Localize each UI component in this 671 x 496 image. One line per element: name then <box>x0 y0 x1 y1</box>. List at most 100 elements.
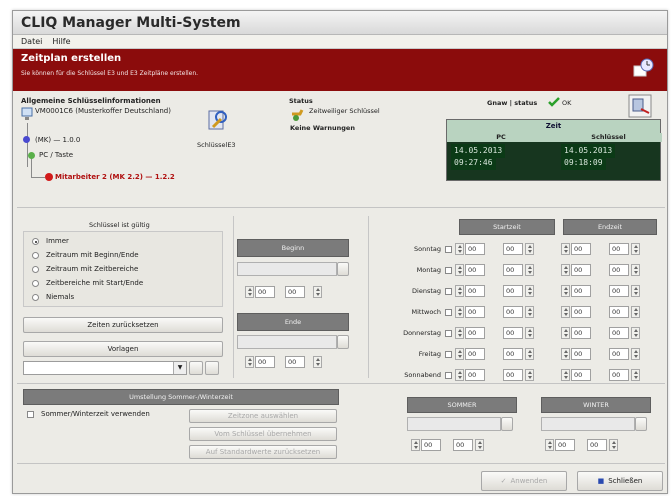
end-minute-spinner[interactable] <box>631 348 640 360</box>
end-minute-spinner[interactable] <box>631 327 640 339</box>
radio-always[interactable] <box>32 238 39 245</box>
day-checkbox[interactable] <box>445 246 452 253</box>
end-hour[interactable]: 00 <box>571 348 591 360</box>
start-minute[interactable]: 00 <box>503 369 523 381</box>
start-minute-spinner[interactable] <box>525 348 534 360</box>
radio-never[interactable] <box>32 294 39 301</box>
reset-times-button[interactable]: Zeiten zurücksetzen <box>23 317 223 333</box>
tree-pc[interactable]: PC / Taste <box>39 151 73 159</box>
start-hour-spinner[interactable] <box>455 327 464 339</box>
start-minute-spinner[interactable] <box>525 285 534 297</box>
end-hour-spinner[interactable] <box>561 243 570 255</box>
start-hour-spinner[interactable] <box>455 243 464 255</box>
day-checkbox[interactable] <box>445 309 452 316</box>
end-minute[interactable]: 00 <box>609 369 629 381</box>
start-hour-spinner[interactable] <box>455 285 464 297</box>
menu-help[interactable]: Hilfe <box>52 37 70 46</box>
end-hour[interactable]: 00 <box>571 306 591 318</box>
start-hour-spinner[interactable] <box>455 264 464 276</box>
end-minute-spinner[interactable] <box>313 356 322 368</box>
dst-checkbox[interactable] <box>27 411 34 418</box>
end-minute[interactable]: 00 <box>609 348 629 360</box>
begin-minute[interactable]: 00 <box>285 286 305 298</box>
apply-button[interactable]: ✓ Anwenden <box>481 471 567 491</box>
start-hour[interactable]: 00 <box>465 369 485 381</box>
start-hour-spinner[interactable] <box>455 369 464 381</box>
start-minute[interactable]: 00 <box>503 243 523 255</box>
start-hour[interactable]: 00 <box>465 327 485 339</box>
start-hour[interactable]: 00 <box>465 306 485 318</box>
summer-minute[interactable]: 00 <box>453 439 473 451</box>
start-minute[interactable]: 00 <box>503 327 523 339</box>
winter-minute[interactable]: 00 <box>587 439 607 451</box>
day-checkbox[interactable] <box>445 372 452 379</box>
day-checkbox[interactable] <box>445 267 452 274</box>
end-minute-spinner[interactable] <box>631 264 640 276</box>
day-checkbox[interactable] <box>445 351 452 358</box>
end-minute-spinner[interactable] <box>631 306 640 318</box>
winter-minute-spinner[interactable] <box>609 439 618 451</box>
template-add-button[interactable] <box>189 361 203 375</box>
end-hour[interactable]: 00 <box>571 243 591 255</box>
end-hour-spinner[interactable] <box>561 264 570 276</box>
start-minute-spinner[interactable] <box>525 327 534 339</box>
start-hour-spinner[interactable] <box>455 348 464 360</box>
start-minute[interactable]: 00 <box>503 348 523 360</box>
begin-date-field[interactable] <box>237 262 337 276</box>
template-remove-button[interactable] <box>205 361 219 375</box>
summer-hour-spinner[interactable] <box>411 439 420 451</box>
start-hour[interactable]: 00 <box>465 285 485 297</box>
chevron-down-icon[interactable]: ▼ <box>173 362 186 374</box>
from-key-button[interactable]: Vom Schlüssel übernehmen <box>189 427 337 441</box>
start-minute[interactable]: 00 <box>503 306 523 318</box>
end-minute[interactable]: 00 <box>285 356 305 368</box>
end-hour[interactable]: 00 <box>571 285 591 297</box>
radio-period-ranges[interactable] <box>32 266 39 273</box>
summer-date-field[interactable] <box>407 417 501 431</box>
winter-calendar-button[interactable] <box>635 417 647 431</box>
end-minute[interactable]: 00 <box>609 285 629 297</box>
end-minute[interactable]: 00 <box>609 243 629 255</box>
start-hour-spinner[interactable] <box>455 306 464 318</box>
end-date-field[interactable] <box>237 335 337 349</box>
menu-file[interactable]: Datei <box>21 37 42 46</box>
start-hour[interactable]: 00 <box>465 243 485 255</box>
winter-hour[interactable]: 00 <box>555 439 575 451</box>
begin-hour-spinner[interactable] <box>245 286 254 298</box>
start-hour[interactable]: 00 <box>465 264 485 276</box>
summer-hour[interactable]: 00 <box>421 439 441 451</box>
start-hour[interactable]: 00 <box>465 348 485 360</box>
begin-calendar-button[interactable] <box>337 262 349 276</box>
end-hour-spinner[interactable] <box>561 285 570 297</box>
winter-date-field[interactable] <box>541 417 635 431</box>
templates-button[interactable]: Vorlagen <box>23 341 223 357</box>
tree-system[interactable]: (MK) — 1.0.0 <box>35 136 80 144</box>
end-hour[interactable]: 00 <box>255 356 275 368</box>
end-hour-spinner[interactable] <box>245 356 254 368</box>
start-minute-spinner[interactable] <box>525 306 534 318</box>
end-calendar-button[interactable] <box>337 335 349 349</box>
close-button[interactable]: ■ Schließen <box>577 471 663 491</box>
start-minute-spinner[interactable] <box>525 264 534 276</box>
summer-calendar-button[interactable] <box>501 417 513 431</box>
end-minute[interactable]: 00 <box>609 264 629 276</box>
summer-minute-spinner[interactable] <box>475 439 484 451</box>
end-hour[interactable]: 00 <box>571 327 591 339</box>
end-hour-spinner[interactable] <box>561 327 570 339</box>
end-minute-spinner[interactable] <box>631 243 640 255</box>
select-timezone-button[interactable]: Zeitzone auswählen <box>189 409 337 423</box>
reset-defaults-button[interactable]: Auf Standardwerte zurücksetzen <box>189 445 337 459</box>
tree-key[interactable]: Mitarbeiter 2 (MK 2.2) — 1.2.2 <box>55 173 175 181</box>
radio-ranges-startend[interactable] <box>32 280 39 287</box>
day-checkbox[interactable] <box>445 330 452 337</box>
end-hour[interactable]: 00 <box>571 264 591 276</box>
start-minute-spinner[interactable] <box>525 243 534 255</box>
radio-period[interactable] <box>32 252 39 259</box>
begin-minute-spinner[interactable] <box>313 286 322 298</box>
end-minute[interactable]: 00 <box>609 306 629 318</box>
end-minute[interactable]: 00 <box>609 327 629 339</box>
start-minute[interactable]: 00 <box>503 285 523 297</box>
end-minute-spinner[interactable] <box>631 369 640 381</box>
templates-select[interactable] <box>23 361 187 375</box>
start-minute[interactable]: 00 <box>503 264 523 276</box>
